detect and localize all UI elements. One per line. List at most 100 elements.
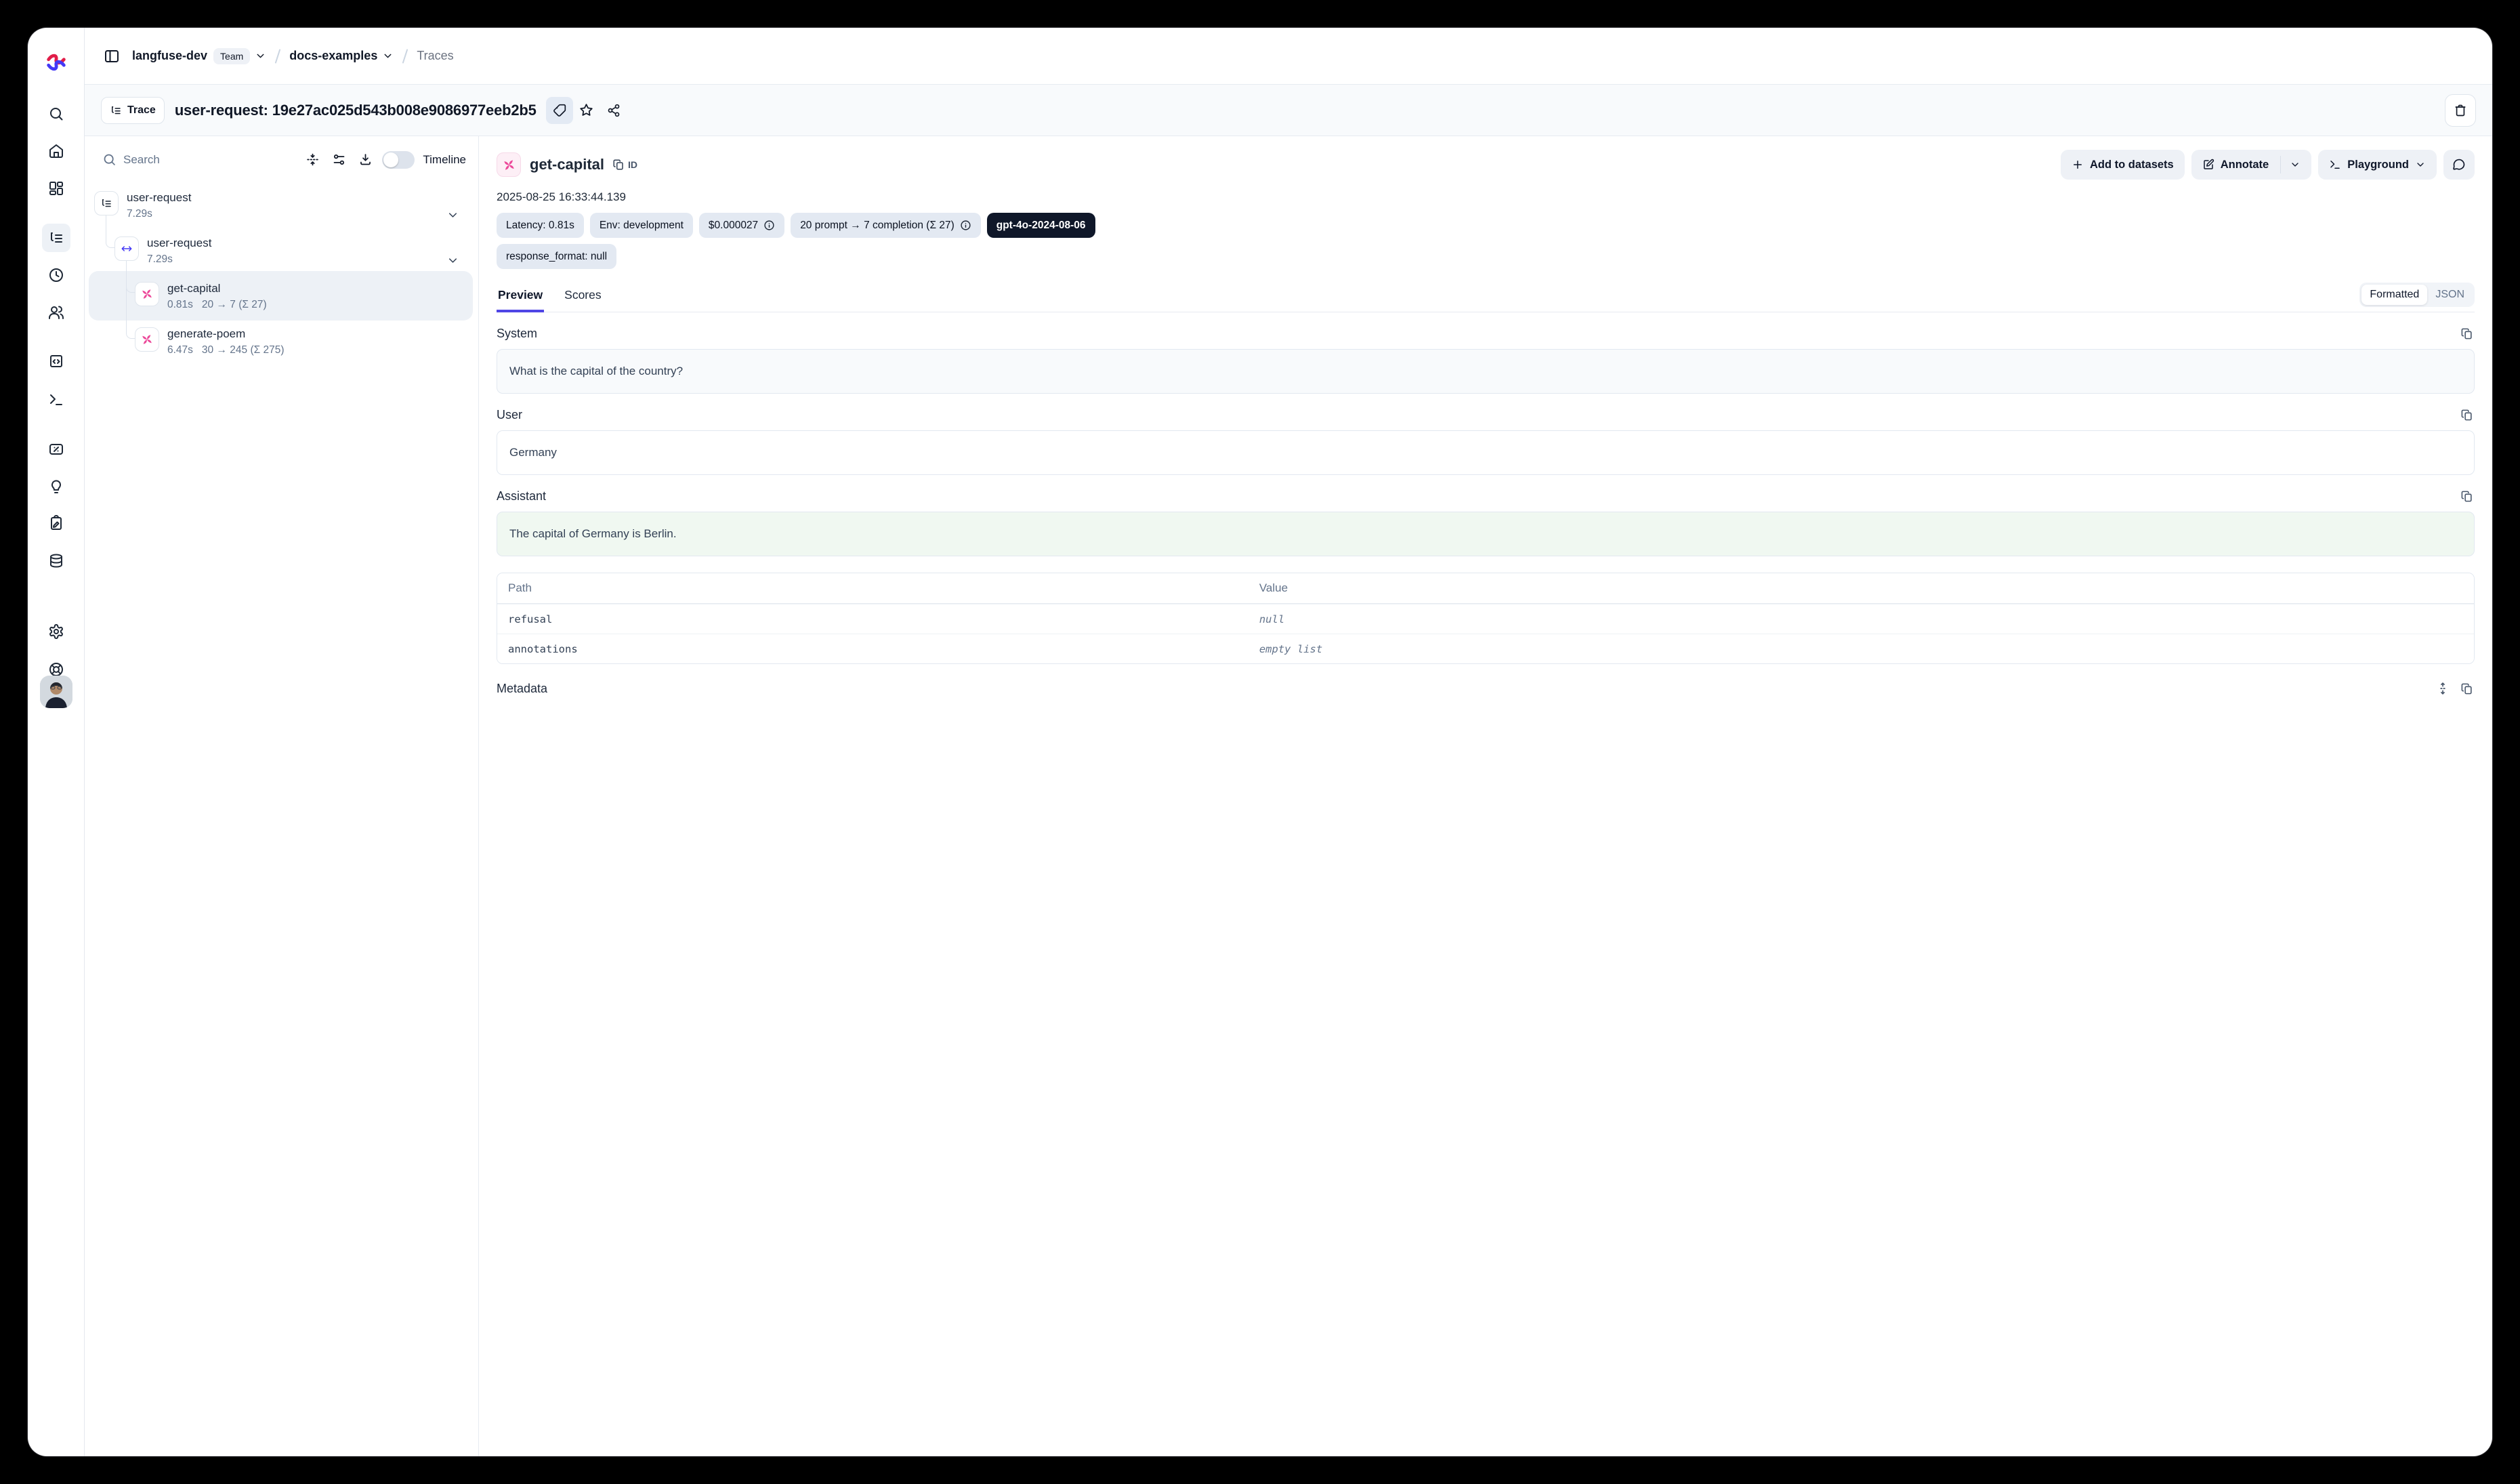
annotate-label: Annotate: [2221, 159, 2269, 171]
sidebar-item-playground[interactable]: [42, 386, 70, 414]
clipboard-pen-icon: [48, 515, 64, 531]
sidebar-item-home[interactable]: [42, 137, 70, 165]
chevron-down-icon[interactable]: [255, 50, 266, 62]
sidebar-item-annotation[interactable]: [42, 509, 70, 537]
sidebar-item-settings[interactable]: [42, 617, 70, 646]
sidebar-item-prompts[interactable]: [42, 347, 70, 375]
tokens-badge: 20 prompt → 7 completion (Σ 27): [791, 213, 981, 238]
copy-section-button[interactable]: [2459, 326, 2475, 342]
badge-row: Latency: 0.81s Env: development $0.00002…: [497, 213, 1106, 269]
add-to-datasets-button[interactable]: Add to datasets: [2061, 150, 2185, 180]
chevron-down-icon[interactable]: [2290, 159, 2301, 170]
dashboard-grid-icon: [48, 180, 64, 197]
sidebar-item-evaluation[interactable]: [42, 435, 70, 463]
tree-row-get-capital[interactable]: get-capital 0.81s20 → 7 (Σ 27): [135, 282, 469, 311]
trace-node-badge: [94, 191, 119, 215]
breadcrumb-page[interactable]: Traces: [417, 49, 453, 63]
annotate-button[interactable]: Annotate: [2191, 150, 2312, 180]
chevron-down-icon[interactable]: [382, 50, 394, 62]
copy-id-button[interactable]: ID: [612, 159, 637, 171]
share-icon: [607, 104, 621, 117]
comments-button[interactable]: [2443, 150, 2475, 180]
model-badge[interactable]: gpt-4o-2024-08-06: [987, 213, 1095, 238]
sidebar-item-search[interactable]: [42, 100, 70, 128]
cost-badge: $0.000027: [699, 213, 784, 238]
delete-trace-button[interactable]: [2445, 94, 2476, 127]
tag-button[interactable]: [546, 97, 573, 124]
sidebar-item-datasets[interactable]: [42, 547, 70, 575]
collapse-all-button[interactable]: [303, 150, 322, 169]
info-icon[interactable]: [763, 220, 775, 231]
message-bubble-icon: [2452, 158, 2466, 171]
copy-metadata-button[interactable]: [2459, 681, 2475, 697]
generation-pinwheel-icon: [141, 333, 153, 346]
filter-settings-button[interactable]: [329, 150, 349, 169]
section-user: User Germany: [497, 407, 2475, 475]
tree-row-user-request-root[interactable]: user-request 7.29s: [94, 191, 469, 220]
observation-timestamp: 2025-08-25 16:33:44.139: [497, 190, 2475, 204]
trace-chip-label: Trace: [127, 104, 156, 117]
sliders-icon: [332, 152, 346, 167]
langfuse-logo[interactable]: [45, 51, 68, 74]
tab-preview[interactable]: Preview: [497, 288, 544, 312]
sidebar-item-users[interactable]: [42, 298, 70, 327]
generation-pinwheel-icon: [141, 288, 153, 300]
plus-icon: [2072, 159, 2084, 171]
span-node-badge: [114, 236, 139, 261]
timeline-toggle[interactable]: [382, 151, 415, 169]
format-option-formatted[interactable]: Formatted: [2361, 285, 2427, 305]
trace-tree-icon: [48, 230, 64, 246]
latency-badge: Latency: 0.81s: [497, 213, 584, 238]
table-header-value: Value: [1248, 573, 2474, 604]
playground-button[interactable]: Playground: [2318, 150, 2437, 180]
copy-icon: [2460, 327, 2473, 340]
sidebar-toggle-button[interactable]: [101, 45, 123, 67]
users-icon: [48, 304, 64, 321]
expand-metadata-button[interactable]: [2435, 680, 2451, 697]
button-divider: [2280, 156, 2281, 173]
section-heading: Assistant: [497, 489, 546, 503]
tree-node-label: generate-poem: [167, 327, 285, 341]
star-button[interactable]: [573, 97, 600, 124]
download-button[interactable]: [356, 150, 375, 169]
response-format-badge: response_format: null: [497, 244, 616, 269]
copy-section-button[interactable]: [2459, 489, 2475, 504]
format-option-json[interactable]: JSON: [2427, 285, 2473, 305]
trace-tree-icon: [110, 104, 122, 117]
toggle-knob: [383, 152, 398, 167]
sidebar-item-traces[interactable]: [42, 224, 70, 252]
tree-row-generate-poem[interactable]: generate-poem 6.47s30 → 245 (Σ 275): [135, 327, 469, 356]
sidebar-item-sessions[interactable]: [42, 261, 70, 289]
gear-icon: [48, 623, 64, 640]
file-code-icon: [48, 353, 64, 369]
trace-type-chip: Trace: [101, 97, 165, 124]
lightbulb-icon: [48, 478, 64, 495]
user-avatar[interactable]: [40, 676, 72, 708]
breadcrumb-project[interactable]: docs-examples: [289, 49, 377, 63]
terminal-icon: [48, 392, 64, 408]
table-cell-path: refusal: [497, 604, 1248, 634]
star-icon: [579, 103, 593, 117]
tree-node-label: get-capital: [167, 282, 267, 295]
info-icon[interactable]: [960, 220, 971, 231]
tree-connector: [106, 215, 114, 248]
sidebar-item-insights[interactable]: [42, 472, 70, 501]
sidebar-item-dashboards[interactable]: [42, 174, 70, 203]
share-button[interactable]: [600, 97, 627, 124]
breadcrumb-org[interactable]: langfuse-dev: [132, 49, 207, 63]
tree-row-user-request-span[interactable]: user-request 7.29s: [114, 236, 469, 266]
download-icon: [358, 152, 373, 167]
tokens-badge-label: 20 prompt → 7 completion (Σ 27): [800, 220, 954, 232]
move-horizontal-icon: [121, 243, 133, 255]
generation-node-badge: [135, 327, 159, 352]
chevron-down-icon[interactable]: [446, 254, 459, 267]
copy-section-button[interactable]: [2459, 407, 2475, 423]
search-input[interactable]: [123, 153, 296, 167]
square-pen-icon: [2202, 159, 2214, 171]
tab-scores[interactable]: Scores: [563, 288, 602, 312]
home-icon: [48, 143, 64, 159]
chevron-down-icon[interactable]: [446, 209, 459, 222]
unfold-vertical-icon: [2436, 682, 2450, 695]
search-icon: [48, 106, 64, 122]
trace-tree-panel: Timeline user-request 7.29s: [85, 136, 479, 1456]
